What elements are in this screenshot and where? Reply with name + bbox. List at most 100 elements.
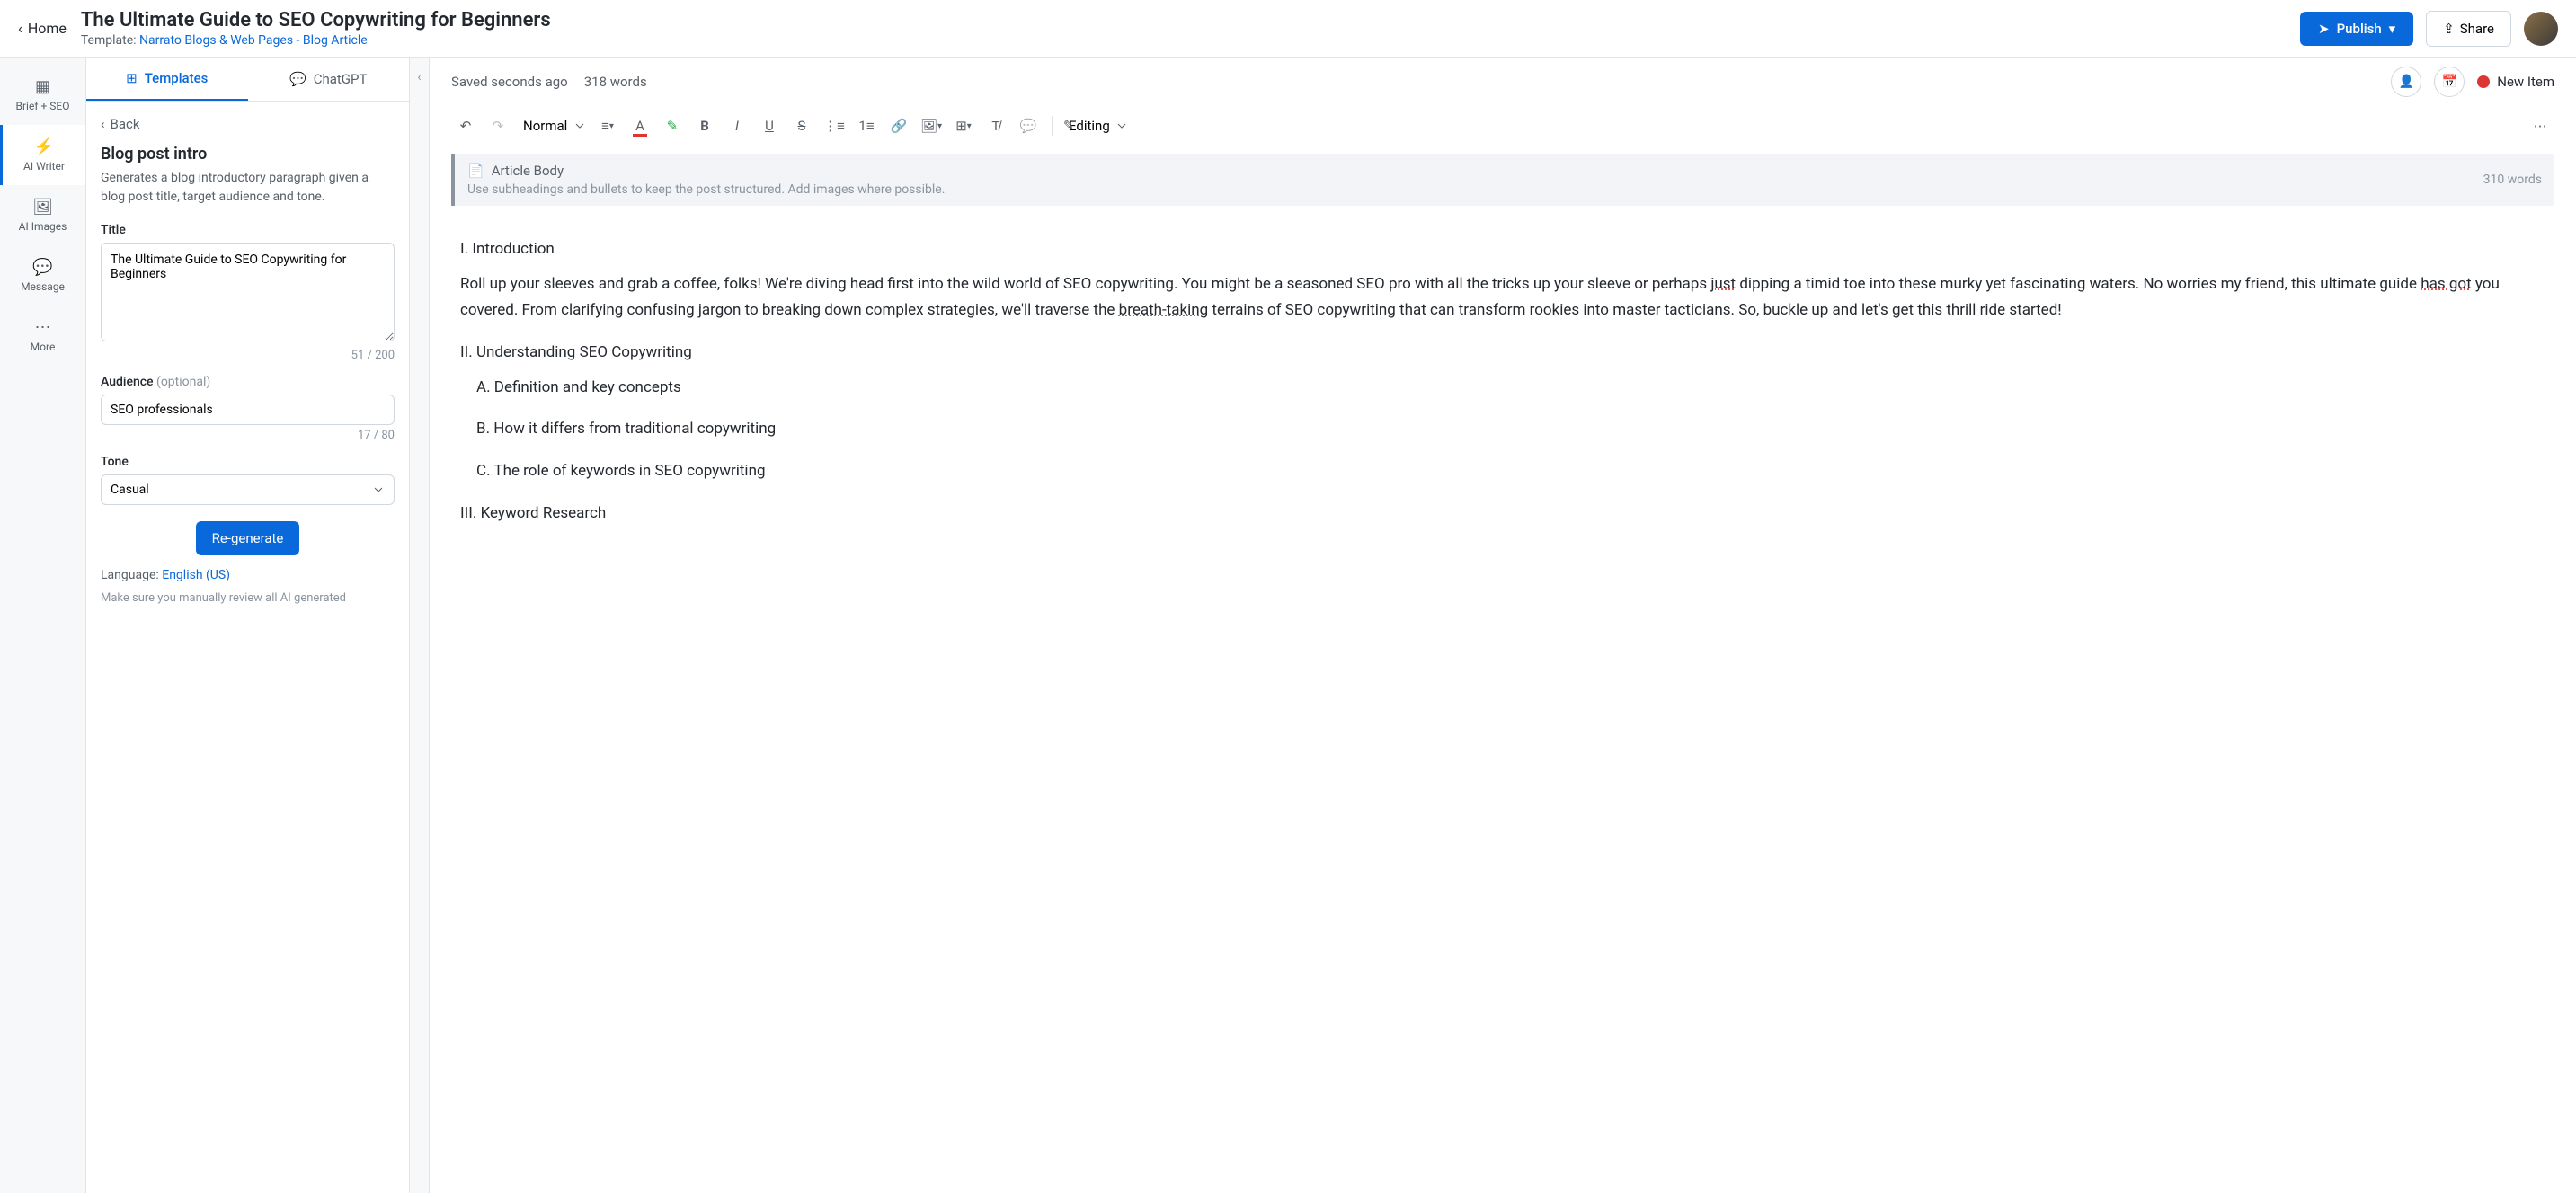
pencil-icon: ✎ (1063, 119, 1074, 133)
collapse-panel-handle[interactable]: ‹ (410, 58, 430, 1193)
more-toolbar-button[interactable]: ⋯ (2526, 111, 2554, 140)
body-p7: III. Keyword Research (460, 501, 2545, 527)
back-link[interactable]: ‹Back (101, 116, 395, 132)
title-label: Title (101, 223, 395, 237)
chat-icon: 💬 (289, 71, 306, 87)
avatar[interactable] (2524, 12, 2558, 46)
comment-icon: 💬 (1020, 118, 1037, 134)
image-icon: 🖼 (4, 198, 82, 217)
body-p4: A. Definition and key concepts (460, 375, 2545, 401)
chevron-left-icon: ‹ (101, 116, 105, 132)
body-p3: II. Understanding SEO Copywriting (460, 340, 2545, 366)
clear-format-button[interactable]: T̸ (982, 111, 1010, 140)
templates-icon: ⊞ (126, 70, 138, 86)
dashboard-icon: ▦ (4, 77, 82, 96)
italic-icon: I (735, 118, 739, 134)
clear-format-icon: T̸ (991, 118, 999, 134)
image-icon: 🖼 (920, 118, 937, 134)
article-body-header: 📄 Article Body Use subheadings and bullet… (451, 154, 2554, 206)
table-button[interactable]: ⊞▾ (949, 111, 978, 140)
template-line: Template: Narrato Blogs & Web Pages - Bl… (81, 33, 2286, 48)
title-block: The Ultimate Guide to SEO Copywriting fo… (81, 9, 2286, 48)
format-select[interactable]: Normal (516, 114, 590, 137)
save-status: Saved seconds ago (451, 74, 568, 90)
tone-label: Tone (101, 455, 395, 469)
rail-brief-seo[interactable]: ▦Brief + SEO (0, 65, 85, 125)
rail-message[interactable]: 💬Message (0, 245, 85, 306)
section-title: Article Body (492, 163, 564, 179)
status-dot-icon (2477, 75, 2490, 88)
redo-icon: ↷ (493, 118, 504, 134)
tab-templates[interactable]: ⊞Templates (86, 58, 248, 101)
template-prefix: Template: (81, 33, 139, 48)
upload-icon: ⇪ (2443, 21, 2455, 37)
share-label: Share (2460, 21, 2494, 37)
chevron-down-icon: ▾ (609, 121, 614, 131)
more-icon: ⋯ (4, 318, 82, 337)
bullet-list-button[interactable]: ⋮≡ (820, 111, 848, 140)
audience-label: Audience (optional) (101, 375, 395, 389)
image-button[interactable]: 🖼▾ (917, 111, 946, 140)
undo-button[interactable]: ↶ (451, 111, 480, 140)
audience-input[interactable] (101, 395, 395, 425)
bold-icon: B (700, 118, 709, 134)
editor-content[interactable]: 📄 Article Body Use subheadings and bullet… (430, 146, 2576, 1193)
align-button[interactable]: ≡▾ (593, 111, 622, 140)
text-color-button[interactable]: A (626, 111, 654, 140)
word-count: 318 words (584, 74, 647, 90)
link-button[interactable]: 🔗 (884, 111, 913, 140)
strike-button[interactable]: S (787, 111, 816, 140)
bullet-list-icon: ⋮≡ (823, 118, 845, 134)
bolt-icon: ⚡ (6, 137, 82, 156)
rail-ai-images[interactable]: 🖼AI Images (0, 185, 85, 245)
comment-button[interactable]: 💬 (1014, 111, 1043, 140)
share-button[interactable]: ⇪ Share (2426, 11, 2511, 47)
left-panel: ⊞Templates 💬ChatGPT ‹Back Blog post intr… (86, 58, 410, 1193)
section-word-count: 310 words (2483, 173, 2542, 187)
send-icon: ➤ (2318, 21, 2330, 37)
tool-description: Generates a blog introductory paragraph … (101, 169, 395, 207)
home-label: Home (28, 20, 67, 37)
highlight-button[interactable]: ✎ (658, 111, 687, 140)
sidebar-rail: ▦Brief + SEO ⚡AI Writer 🖼AI Images 💬Mess… (0, 58, 86, 1193)
rail-more[interactable]: ⋯More (0, 306, 85, 366)
language-link[interactable]: English (US) (162, 568, 230, 582)
bold-button[interactable]: B (690, 111, 719, 140)
number-list-button[interactable]: 1≡ (852, 111, 881, 140)
calendar-icon: 📅 (2442, 75, 2457, 89)
message-icon: 💬 (4, 258, 82, 277)
editor-area: Saved seconds ago 318 words 👤 📅 New Item… (430, 58, 2576, 1193)
add-user-icon: 👤 (2399, 75, 2414, 89)
redo-button[interactable]: ↷ (484, 111, 512, 140)
section-hint: Use subheadings and bullets to keep the … (467, 182, 945, 197)
tone-select[interactable]: Casual (101, 474, 395, 505)
rail-ai-writer[interactable]: ⚡AI Writer (0, 125, 85, 185)
chevron-down-icon: ▾ (937, 121, 942, 131)
publish-button[interactable]: ➤ Publish ▾ (2300, 12, 2413, 46)
body-p2: Roll up your sleeves and grab a coffee, … (460, 271, 2545, 324)
align-left-icon: ≡ (601, 118, 609, 134)
underline-button[interactable]: U (755, 111, 784, 140)
italic-button[interactable]: I (723, 111, 751, 140)
strike-icon: S (798, 118, 806, 134)
title-input[interactable]: The Ultimate Guide to SEO Copywriting fo… (101, 243, 395, 341)
body-p5: B. How it differs from traditional copyw… (460, 416, 2545, 442)
document-title: The Ultimate Guide to SEO Copywriting fo… (81, 9, 2286, 31)
number-list-icon: 1≡ (858, 118, 874, 134)
article-body[interactable]: I. Introduction Roll up your sleeves and… (451, 206, 2554, 552)
tab-chatgpt[interactable]: 💬ChatGPT (248, 58, 410, 101)
regenerate-button[interactable]: Re-generate (196, 521, 300, 555)
chevron-down-icon: ▾ (2389, 21, 2396, 37)
publish-label: Publish (2337, 21, 2382, 37)
home-link[interactable]: ‹ Home (18, 20, 67, 37)
text-color-icon: A (635, 118, 644, 134)
body-p6: C. The role of keywords in SEO copywriti… (460, 458, 2545, 484)
add-user-button[interactable]: 👤 (2391, 66, 2421, 97)
link-icon: 🔗 (891, 118, 908, 134)
status-pill[interactable]: New Item (2477, 74, 2554, 90)
review-note: Make sure you manually review all AI gen… (101, 591, 395, 605)
title-count: 51 / 200 (101, 349, 395, 362)
calendar-button[interactable]: 📅 (2434, 66, 2465, 97)
template-link[interactable]: Narrato Blogs & Web Pages - Blog Article (139, 33, 368, 48)
document-icon: 📄 (467, 163, 484, 179)
